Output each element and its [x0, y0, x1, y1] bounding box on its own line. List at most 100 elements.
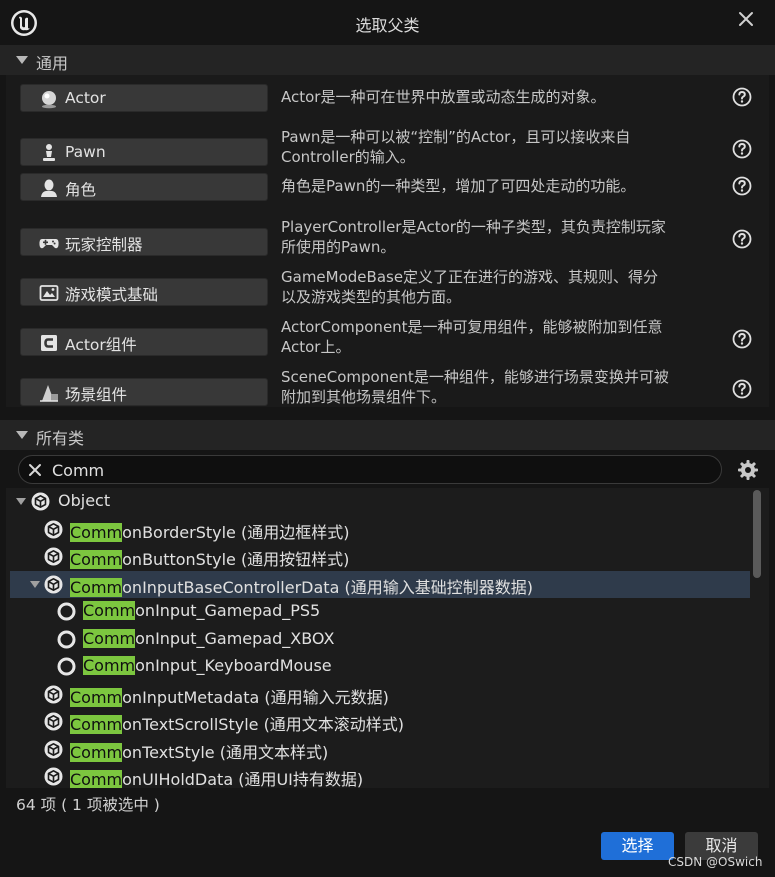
- description-line: PlayerController是Actor的一种子类型，其负责控制玩家: [281, 218, 666, 236]
- search-match-highlight: Comm: [70, 522, 123, 542]
- tree-row[interactable]: CommonTextScrollStyle (通用文本滚动样式): [10, 708, 750, 735]
- common-class-label: Actor组件: [65, 336, 137, 354]
- common-class-button[interactable]: Actor组件: [20, 328, 268, 356]
- description-line: 所使用的Pawn。: [281, 238, 396, 256]
- class-name-rest: onTextScrollStyle (通用文本滚动样式): [122, 715, 405, 734]
- class-cube-icon: [44, 575, 63, 594]
- common-class-row: 玩家控制器 PlayerController是Actor的一种子类型，其负责控制玩…: [6, 217, 769, 267]
- class-name-rest: onInput_Gamepad_PS5: [135, 601, 321, 620]
- class-name: Object: [58, 491, 110, 510]
- common-class-label: 玩家控制器: [65, 236, 143, 254]
- collapse-arrow-icon: [16, 56, 28, 64]
- class-name: CommonInput_KeyboardMouse: [83, 656, 332, 675]
- description-line: Controller的输入。: [281, 148, 415, 166]
- common-class-description: GameModeBase定义了正在进行的游戏、其规则、得分 以及游戏类型的其他方面…: [281, 267, 721, 307]
- watermark-text: CSDN @OSwich: [668, 855, 763, 869]
- help-icon[interactable]: [732, 87, 752, 107]
- expand-arrow-icon[interactable]: [16, 498, 26, 505]
- class-name-rest: onBorderStyle (通用边框样式): [122, 522, 350, 542]
- common-class-button[interactable]: 场景组件: [20, 378, 268, 406]
- common-class-button[interactable]: 角色: [20, 173, 268, 201]
- class-name-rest: onInput_Gamepad_XBOX: [135, 628, 335, 648]
- help-icon[interactable]: [732, 176, 752, 196]
- class-search-input[interactable]: [52, 459, 692, 481]
- common-class-label: 角色: [65, 181, 97, 199]
- tree-row[interactable]: CommonInput_KeyboardMouse: [10, 653, 750, 680]
- tree-row[interactable]: CommonInputMetadata (通用输入元数据): [10, 681, 750, 708]
- tree-row[interactable]: CommonInput_Gamepad_PS5: [10, 598, 750, 625]
- class-name-rest: onUIHoldData (通用UI持有数据): [122, 770, 364, 788]
- common-class-button[interactable]: Actor: [20, 84, 268, 112]
- search-match-highlight: Comm: [70, 770, 123, 788]
- select-button[interactable]: 选择: [601, 832, 674, 860]
- tree-row[interactable]: CommonTextStyle (通用文本样式): [10, 736, 750, 763]
- class-name-rest: Object: [58, 491, 111, 510]
- common-class-description: Pawn是一种可以被“控制”的Actor，且可以接收来自 Controller的输…: [281, 127, 721, 167]
- character-bust-icon: [39, 178, 59, 198]
- search-match-highlight: Comm: [83, 656, 136, 675]
- all-classes-section-label: 所有类: [36, 429, 85, 448]
- class-cube-icon: [31, 492, 50, 511]
- class-name: CommonBorderStyle (通用边框样式): [70, 519, 349, 543]
- class-name: CommonUIHoldData (通用UI持有数据): [70, 766, 363, 788]
- description-line: Pawn是一种可以被“控制”的Actor，且可以接收来自: [281, 128, 631, 146]
- help-icon[interactable]: [732, 379, 752, 399]
- actor-sphere-icon: [39, 89, 59, 109]
- class-cube-icon: [44, 767, 63, 786]
- class-name-rest: onInputMetadata (通用输入元数据): [122, 687, 389, 707]
- scrollbar-thumb[interactable]: [753, 490, 761, 578]
- common-class-button[interactable]: 游戏模式基础: [20, 278, 268, 306]
- common-class-row: 角色 角色是Pawn的一种类型，增加了可四处走动的功能。: [6, 173, 769, 223]
- view-options-gear-icon[interactable]: [737, 459, 759, 481]
- clear-search-icon[interactable]: [27, 462, 43, 478]
- search-match-highlight: Comm: [83, 601, 136, 620]
- common-class-row: 游戏模式基础 GameModeBase定义了正在进行的游戏、其规则、得分 以及游戏类…: [6, 267, 769, 317]
- class-cube-icon: [44, 685, 63, 704]
- help-icon[interactable]: [732, 139, 752, 159]
- expand-arrow-icon[interactable]: [30, 580, 40, 588]
- scene-component-icon: [39, 383, 59, 403]
- class-name: CommonTextStyle (通用文本样式): [70, 739, 328, 763]
- common-class-description: ActorComponent是一种可复用组件，能够被附加到任意 Actor上。: [281, 317, 721, 357]
- tree-row[interactable]: Object: [10, 488, 750, 515]
- common-class-label: Actor: [65, 89, 106, 107]
- description-line: 附加到其他场景组件下。: [281, 388, 447, 406]
- dialog-title: 选取父类: [355, 16, 420, 35]
- common-section-header[interactable]: 通用: [0, 45, 775, 75]
- help-icon[interactable]: [732, 229, 752, 249]
- tree-row[interactable]: CommonUIHoldData (通用UI持有数据): [10, 763, 750, 788]
- tree-row[interactable]: CommonInputBaseControllerData (通用输入基础控制器…: [10, 570, 750, 598]
- common-class-label: Pawn: [65, 143, 106, 161]
- common-section-label: 通用: [36, 54, 69, 73]
- search-match-highlight: Comm: [70, 550, 123, 569]
- class-name-rest: onInput_KeyboardMouse: [135, 656, 332, 675]
- class-name: CommonInput_Gamepad_XBOX: [83, 628, 335, 648]
- tree-row[interactable]: CommonInput_Gamepad_XBOX: [10, 626, 750, 653]
- all-classes-section-header[interactable]: 所有类: [0, 420, 775, 450]
- common-class-description: PlayerController是Actor的一种子类型，其负责控制玩家 所使用的…: [281, 217, 721, 257]
- collapse-arrow-icon: [16, 431, 28, 439]
- description-line: ActorComponent是一种可复用组件，能够被附加到任意: [281, 318, 663, 336]
- blueprint-circle-icon: [57, 657, 76, 676]
- tree-row[interactable]: CommonButtonStyle (通用按钮样式): [10, 543, 750, 570]
- class-tree: CommonUIHoldData (通用UI持有数据) CommonTextSty…: [6, 488, 769, 788]
- description-line: 以及游戏类型的其他方面。: [281, 288, 462, 306]
- search-match-highlight: Comm: [70, 742, 123, 762]
- description-line: GameModeBase定义了正在进行的游戏、其规则、得分: [281, 268, 659, 286]
- class-cube-icon: [44, 547, 63, 566]
- common-class-button[interactable]: Pawn: [20, 138, 268, 166]
- common-class-row: Pawn Pawn是一种可以被“控制”的Actor，且可以接收来自 Controll…: [6, 127, 769, 177]
- tree-row[interactable]: CommonBorderStyle (通用边框样式): [10, 516, 750, 543]
- common-class-button[interactable]: 玩家控制器: [20, 228, 268, 256]
- game-mode-icon: [39, 283, 59, 303]
- item-count-status: 64 项 ( 1 项被选中 ): [16, 796, 160, 814]
- class-name-rest: onTextStyle (通用文本样式): [122, 742, 329, 762]
- class-name: CommonButtonStyle (通用按钮样式): [70, 546, 349, 570]
- class-cube-icon: [44, 520, 63, 539]
- close-icon[interactable]: [735, 8, 757, 30]
- help-icon[interactable]: [732, 329, 752, 349]
- description-line: SceneComponent是一种组件，能够进行场景变换并可被: [281, 368, 669, 386]
- pawn-figure-icon: [39, 143, 59, 163]
- title-bar: 选取父类: [0, 0, 775, 44]
- class-name-rest: onInputBaseControllerData (通用输入基础控制器数据): [122, 577, 533, 597]
